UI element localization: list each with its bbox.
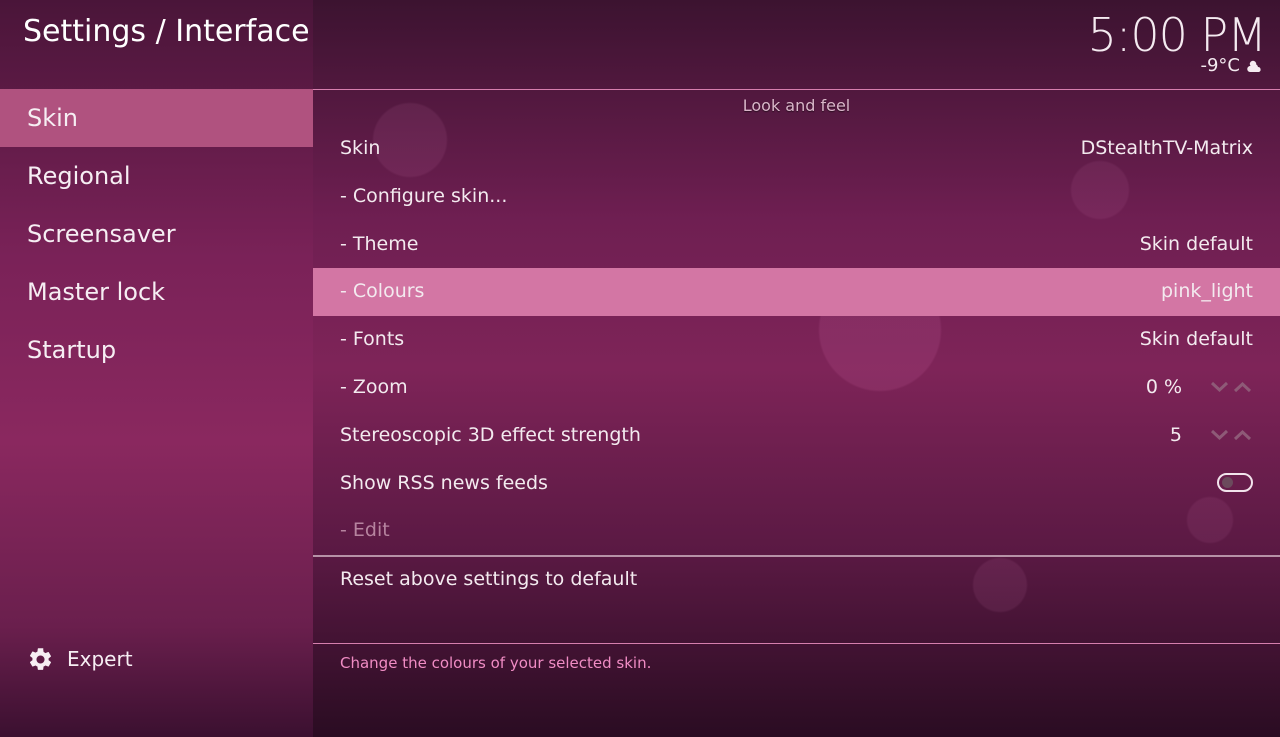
sidebar-item-label: Screensaver [27,220,176,248]
chevron-up-icon[interactable] [1233,379,1252,395]
setting-value: Skin default [1139,328,1253,351]
partly-cloudy-icon [1247,60,1261,72]
sidebar-item-screensaver[interactable]: Screensaver [0,205,313,263]
expert-mode-button[interactable]: Expert [27,643,133,675]
expert-label: Expert [67,647,133,671]
weather: -9°C [1200,55,1264,76]
toggle-knob [1222,476,1233,488]
setting-label: Show RSS news feeds [340,471,548,494]
divider [313,89,1280,90]
setting-value: 5 [1169,423,1182,446]
setting-fonts[interactable]: - Fonts Skin default [313,316,1280,364]
settings-list: Skin DStealthTV-Matrix - Configure skin.… [313,125,1280,555]
setting-colours[interactable]: - Colours pink_light [313,268,1280,317]
setting-label: - Theme [340,232,419,255]
sidebar-item-label: Startup [27,336,117,364]
setting-label: - Zoom [340,375,408,398]
sidebar: Settings / Interface Skin Regional Scree… [0,0,313,737]
gear-icon [29,647,52,670]
setting-label: Skin [340,137,381,159]
divider [313,643,1280,644]
setting-theme[interactable]: - Theme Skin default [313,221,1280,269]
clock: 5:00 PM [1087,8,1267,62]
help-text: Change the colours of your selected skin… [340,654,652,672]
setting-label: - Configure skin... [340,184,508,207]
sidebar-item-master-lock[interactable]: Master lock [0,263,313,321]
setting-label: - Colours [340,280,425,303]
sidebar-item-skin[interactable]: Skin [0,89,313,147]
setting-value: pink_light [1161,280,1253,303]
sidebar-item-regional[interactable]: Regional [0,147,313,205]
setting-label: Stereoscopic 3D effect strength [340,423,641,446]
rss-toggle[interactable] [1217,472,1253,492]
chevron-up-icon[interactable] [1233,427,1252,443]
page-title: Settings / Interface [23,14,310,49]
setting-zoom[interactable]: - Zoom 0 % [313,364,1280,412]
sidebar-item-label: Regional [27,162,131,190]
setting-label: - Edit [340,519,390,542]
section-header: Look and feel [742,96,851,115]
divider [313,555,1280,557]
setting-label: - Fonts [340,328,405,351]
setting-configure-skin[interactable]: - Configure skin... [313,173,1280,221]
setting-show-rss-news-feeds[interactable]: Show RSS news feeds [313,460,1280,508]
temperature: -9°C [1200,55,1240,76]
chevron-down-icon[interactable] [1210,427,1229,443]
stereoscopic-spinner [1210,427,1252,443]
chevron-down-icon[interactable] [1210,379,1229,395]
setting-value: Skin default [1139,232,1253,255]
setting-edit: - Edit [313,507,1280,555]
setting-value: DStealthTV-Matrix [1080,137,1253,159]
setting-stereoscopic-3d-strength[interactable]: Stereoscopic 3D effect strength 5 [313,412,1280,460]
sidebar-item-startup[interactable]: Startup [0,321,313,379]
sidebar-item-label: Master lock [27,278,166,306]
reset-settings-button[interactable]: Reset above settings to default [340,568,637,590]
setting-value: 0 % [1145,375,1182,398]
setting-skin[interactable]: Skin DStealthTV-Matrix [313,125,1280,173]
zoom-spinner [1210,379,1252,395]
sidebar-list: Skin Regional Screensaver Master lock St… [0,89,313,379]
sidebar-item-label: Skin [27,104,79,132]
